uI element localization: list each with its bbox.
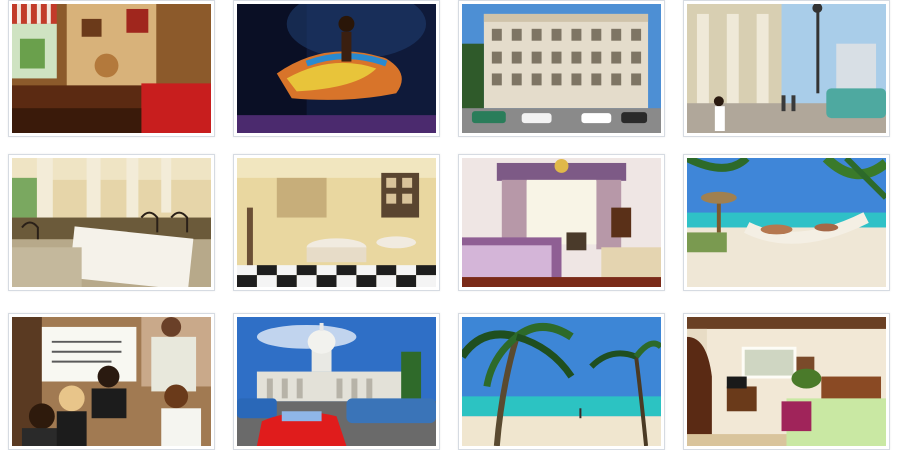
photo-tile[interactable] <box>233 154 440 291</box>
photo-tile[interactable] <box>458 154 665 291</box>
photo-gallery <box>0 0 900 450</box>
dancer-photo <box>237 4 436 133</box>
restaurant-terrace-photo <box>12 158 211 287</box>
photo-tile[interactable] <box>233 313 440 450</box>
palm-beach-photo <box>462 317 661 446</box>
photo-tile[interactable] <box>683 154 890 291</box>
photo-tile[interactable] <box>233 0 440 137</box>
people-reading-photo <box>12 317 211 446</box>
bar-interior-photo <box>12 4 211 133</box>
beach-hammock-photo <box>687 158 886 287</box>
dining-room-photo <box>237 158 436 287</box>
photo-tile[interactable] <box>8 0 215 137</box>
photo-tile[interactable] <box>683 0 890 137</box>
hotel-facade-photo <box>462 4 661 133</box>
photo-tile[interactable] <box>8 313 215 450</box>
photo-tile[interactable] <box>683 313 890 450</box>
street-scene-photo <box>687 4 886 133</box>
capitol-classic-cars-photo <box>237 317 436 446</box>
photo-tile[interactable] <box>458 0 665 137</box>
photo-tile[interactable] <box>458 313 665 450</box>
guest-room-photo <box>687 317 886 446</box>
hotel-bedroom-photo <box>462 158 661 287</box>
photo-tile[interactable] <box>8 154 215 291</box>
